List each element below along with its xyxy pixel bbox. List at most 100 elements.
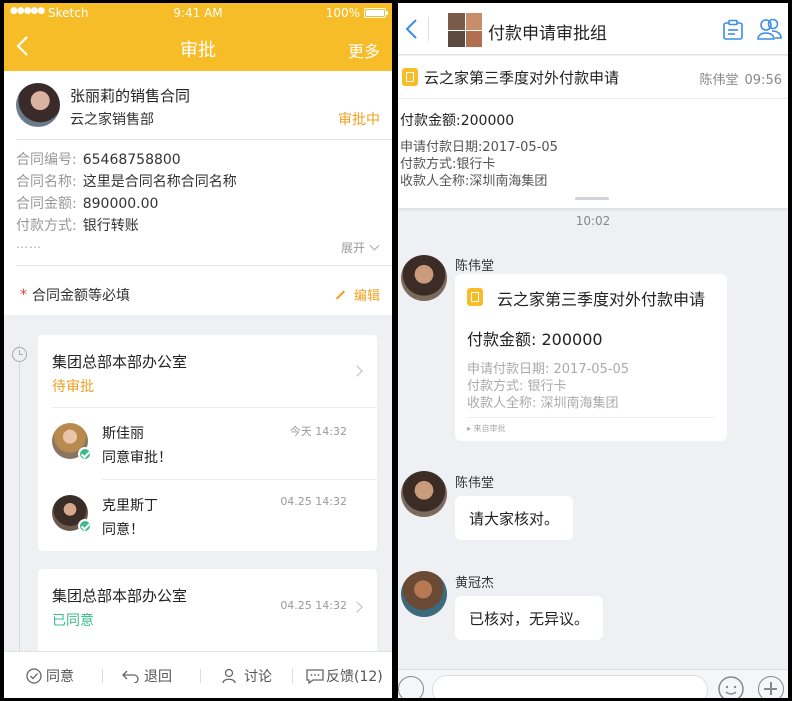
step-state-approved: 已同意 <box>52 613 94 629</box>
battery-percent: 100% <box>325 6 360 20</box>
field-value: 890000.00 <box>82 196 159 212</box>
approval-doc-icon <box>467 288 483 306</box>
plus-icon[interactable] <box>758 676 784 698</box>
return-button[interactable]: 退回 <box>122 666 172 686</box>
pinned-sender: 陈伟堂 <box>699 73 739 88</box>
field-label: 合同编号: <box>16 152 77 168</box>
pinned-message[interactable]: 云之家第三季度对外付款申请 陈伟堂 09:56 付款金额:200000 申请付款日… <box>398 56 788 208</box>
approver-name: 克里斯丁 <box>102 498 158 514</box>
message-bubble[interactable]: 请大家核对。 <box>455 496 574 540</box>
more-button[interactable]: 更多 <box>348 38 380 62</box>
edit-label: 编辑 <box>353 289 380 304</box>
divider <box>200 669 201 683</box>
message-input[interactable] <box>432 675 708 698</box>
status-bar: ●●●●● Sketch 9:41 AM 100% <box>4 3 392 23</box>
approver-time: 04.25 14:32 <box>280 495 347 508</box>
edit-button[interactable]: 编辑 <box>335 285 380 304</box>
divider <box>428 17 429 41</box>
timeline-line <box>19 343 20 653</box>
clipboard-icon[interactable] <box>722 19 744 41</box>
applicant-avatar <box>16 83 60 127</box>
discuss-label: 讨论 <box>244 669 272 685</box>
sender-name: 陈伟堂 <box>455 476 495 491</box>
voice-icon[interactable] <box>398 676 424 698</box>
card-line: 收款人全称: 深圳南海集团 <box>467 396 619 411</box>
feedback-button[interactable]: 反馈(12) <box>306 666 383 686</box>
group-avatar <box>448 13 482 47</box>
pinned-line: 收款人全称:深圳南海集团 <box>400 174 548 189</box>
approval-doc-icon <box>402 68 418 86</box>
message-timestamp: 10:02 <box>575 214 611 228</box>
field-label: 合同金额: <box>16 196 77 212</box>
card-source: ▸ 来自审批 <box>467 424 506 433</box>
chat-title: 付款申请审批组 <box>488 24 607 44</box>
comment-icon <box>306 669 324 685</box>
agree-label: 同意 <box>46 669 74 685</box>
chevron-right-icon <box>351 365 363 377</box>
clock-icon <box>12 347 27 362</box>
message-bubble[interactable]: 已核对，无异议。 <box>455 596 604 640</box>
sender-avatar[interactable] <box>401 571 447 617</box>
sender-avatar[interactable] <box>401 471 447 517</box>
field-contract-amount: 合同金额: 890000.00 <box>16 193 158 213</box>
divider <box>292 669 293 683</box>
divider <box>16 265 392 266</box>
pinned-title: 云之家第三季度对外付款申请 <box>424 69 620 87</box>
approval-screen: ●●●●● Sketch 9:41 AM 100% 审批 更多 张丽莉的销售合同… <box>4 3 392 698</box>
discuss-button[interactable]: 讨论 <box>222 666 272 686</box>
field-label: 合同名称: <box>16 174 77 190</box>
more-fields-ellipsis: …… <box>16 237 42 251</box>
nav-bar: 审批 更多 <box>4 23 392 71</box>
check-circle-icon <box>26 668 42 684</box>
emoji-icon[interactable] <box>718 676 744 698</box>
approver-comment: 同意！ <box>102 522 144 538</box>
sender-avatar[interactable] <box>401 255 447 301</box>
agree-button[interactable]: 同意 <box>26 666 74 686</box>
approval-step[interactable]: 集团总部本部办公室 已同意 04.25 14:32 <box>38 569 377 653</box>
applicant-title: 张丽莉的销售合同 <box>70 87 191 105</box>
check-icon <box>78 447 92 461</box>
step-office: 集团总部本部办公室 <box>52 353 188 371</box>
divider <box>102 479 377 480</box>
divider <box>467 417 715 418</box>
field-value: 这里是合同名称合同名称 <box>82 174 237 190</box>
status-badge: 审批中 <box>338 112 380 128</box>
group-chat-screen: 付款申请审批组 云之家第三季度对外付款申请 陈伟堂 09:56 付款金额:2000… <box>398 3 788 698</box>
pinned-amount: 付款金额:200000 <box>400 113 515 129</box>
step-time: 04.25 14:32 <box>280 599 347 612</box>
return-label: 退回 <box>144 669 172 685</box>
required-asterisk: * <box>20 287 27 303</box>
divider <box>102 669 103 683</box>
pinned-time: 09:56 <box>744 73 782 88</box>
group-members-icon[interactable] <box>756 17 782 41</box>
card-title: 云之家第三季度对外付款申请 <box>497 290 706 309</box>
undo-icon <box>122 670 139 684</box>
pencil-icon <box>335 290 346 300</box>
step-state-pending: 待审批 <box>52 379 94 395</box>
approval-card-message[interactable]: 云之家第三季度对外付款申请 付款金额: 200000 申请付款日期: 2017-… <box>455 274 727 441</box>
approver-name: 斯佳丽 <box>102 426 144 442</box>
sender-name: 陈伟堂 <box>455 259 495 274</box>
divider <box>398 98 788 99</box>
expand-label: 展开 <box>340 241 365 255</box>
step-office: 集团总部本部办公室 <box>52 587 188 605</box>
field-contract-no: 合同编号: 65468758800 <box>16 149 181 169</box>
expand-button[interactable]: 展开 <box>340 239 380 256</box>
chevron-down-icon <box>369 240 380 251</box>
approver-time: 今天 14:32 <box>289 425 347 438</box>
check-icon <box>78 519 92 533</box>
feedback-label: 反馈(12) <box>326 669 383 685</box>
drag-handle[interactable] <box>575 197 609 200</box>
applicant-dept: 云之家销售部 <box>70 112 154 128</box>
contract-card: 张丽莉的销售合同 云之家销售部 审批中 合同编号: 65468758800 合同名… <box>4 71 392 315</box>
divider <box>16 139 392 140</box>
chevron-right-icon <box>351 601 363 613</box>
divider <box>52 407 377 408</box>
field-value: 65468758800 <box>82 152 181 168</box>
card-amount: 付款金额: 200000 <box>467 330 603 349</box>
battery-icon <box>364 8 388 18</box>
approval-step[interactable]: 集团总部本部办公室 待审批 斯佳丽 同意审批！ 今天 14:32 克里斯丁 同意… <box>38 335 377 551</box>
people-icon <box>222 668 236 684</box>
sender-name: 黄冠杰 <box>455 576 495 591</box>
back-chevron-icon[interactable] <box>402 17 422 41</box>
